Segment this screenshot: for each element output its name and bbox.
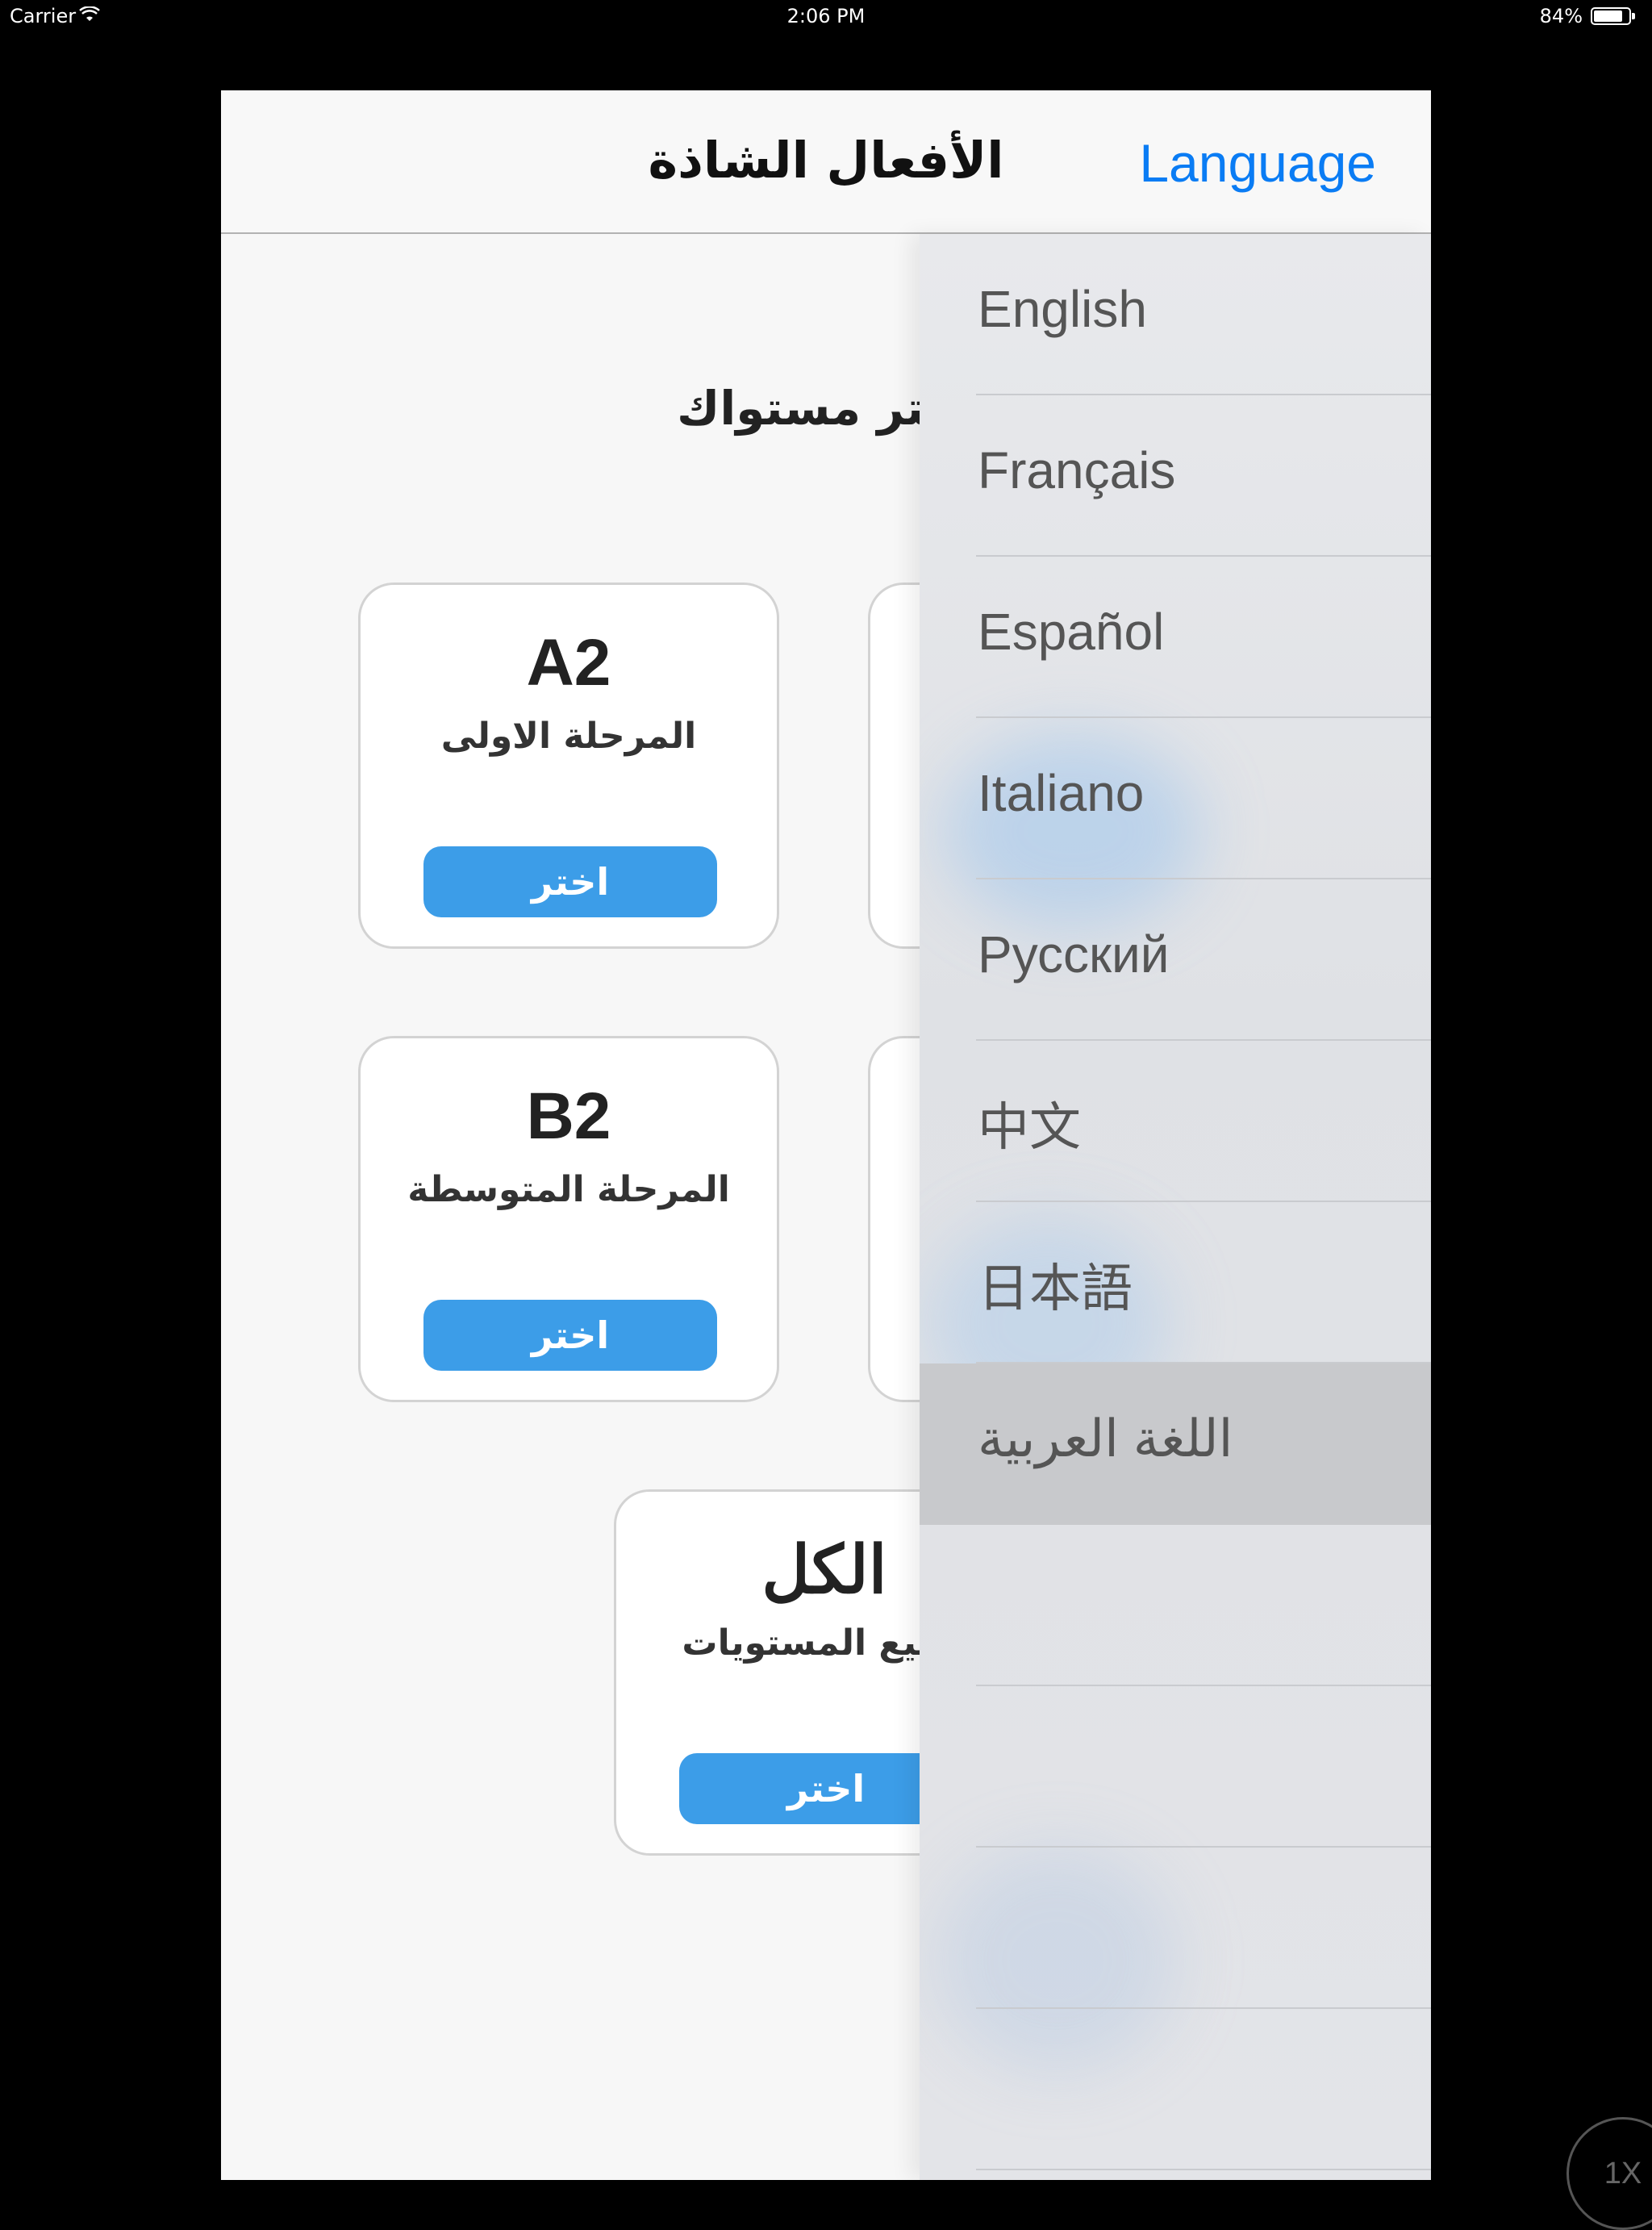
status-bar: Carrier 2:06 PM 84% — [0, 0, 1652, 32]
navigation-bar: الأفعال الشاذة Language — [221, 90, 1431, 234]
language-menu-item[interactable]: English — [920, 234, 1431, 395]
language-menu-item-label: 中文 — [978, 1098, 1081, 1156]
language-menu-item[interactable]: Русский — [920, 879, 1431, 1041]
row-separator — [976, 2169, 1431, 2170]
language-menu-item-label: 日本語 — [978, 1259, 1133, 1318]
level-card-a2: A2 المرحلة الاولى اختر — [358, 583, 779, 949]
language-menu-item-label: English — [978, 280, 1147, 338]
level-name: المرحلة الاولى — [440, 716, 697, 757]
clock: 2:06 PM — [786, 5, 866, 27]
select-level-button[interactable]: اختر — [423, 846, 717, 917]
language-menu-item-label: Español — [978, 603, 1165, 661]
language-menu-item[interactable]: 中文 — [920, 1041, 1431, 1202]
level-code: B2 — [526, 1080, 611, 1153]
language-menu-item-label: Italiano — [978, 764, 1145, 822]
battery-icon — [1591, 7, 1635, 25]
language-menu-item[interactable] — [920, 1848, 1431, 2009]
language-menu-item-label: Français — [978, 441, 1176, 499]
select-level-button[interactable]: اختر — [423, 1300, 717, 1371]
language-menu-item[interactable]: Italiano — [920, 718, 1431, 879]
app-window: الأفعال الشاذة Language اختر مستواك A2 ا… — [221, 90, 1431, 2180]
language-menu-item[interactable]: 日本語 — [920, 1202, 1431, 1363]
language-menu-item-label: Русский — [978, 925, 1170, 983]
battery-fill — [1594, 10, 1623, 22]
zoom-badge[interactable]: 1X — [1566, 2117, 1652, 2230]
language-menu-item[interactable]: اللغة العربية — [920, 1363, 1431, 1525]
level-card-b2: B2 المرحلة المتوسطة اختر — [358, 1036, 779, 1402]
language-menu-item-label: اللغة العربية — [978, 1409, 1233, 1468]
language-menu-item[interactable]: Español — [920, 557, 1431, 718]
language-button[interactable]: Language — [1139, 132, 1376, 194]
level-code: A2 — [526, 626, 611, 699]
language-menu: English Français Español Italiano Русский 中文日… — [920, 234, 1431, 2180]
level-name: المرحلة المتوسطة — [407, 1169, 730, 1210]
battery-percent: 84% — [1539, 5, 1583, 27]
language-menu-item[interactable] — [920, 2009, 1431, 2170]
language-menu-item[interactable] — [920, 1686, 1431, 1848]
language-menu-item[interactable]: Français — [920, 395, 1431, 557]
language-menu-item[interactable] — [920, 1525, 1431, 1686]
